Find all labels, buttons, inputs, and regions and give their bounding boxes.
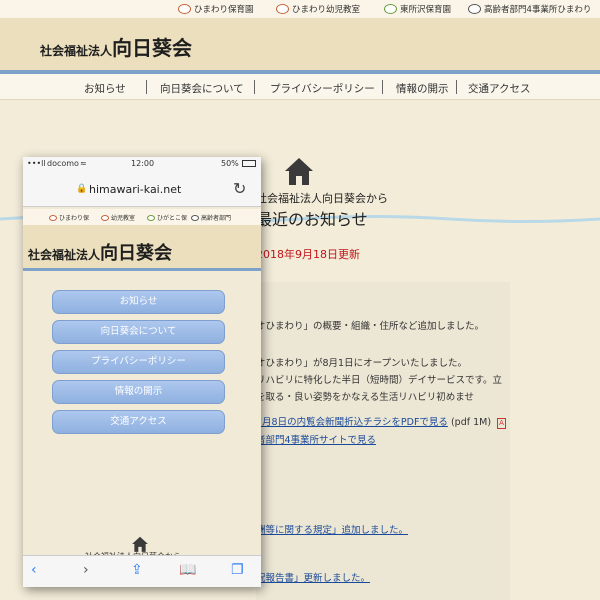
toplink-higashitokorozawa[interactable]: 東所沢保育園 bbox=[384, 3, 451, 15]
news-link[interactable]: 酬等に関する規定」追加しました。 bbox=[256, 522, 408, 536]
nav-separator bbox=[254, 80, 255, 94]
nav-item-access[interactable]: 交通アクセス bbox=[468, 81, 530, 96]
sun-icon bbox=[147, 214, 155, 221]
top-links-bar: ひまわり保育園 ひまわり幼児教室 東所沢保育園 高齢者部門4事業所ひまわり bbox=[0, 0, 600, 18]
nav-separator bbox=[382, 80, 383, 94]
url-text: himawari-kai.net bbox=[89, 183, 182, 196]
sun-icon bbox=[178, 4, 191, 14]
sun-icon bbox=[384, 4, 397, 14]
phone-menu-news[interactable]: お知らせ bbox=[52, 290, 225, 314]
nav-item-about[interactable]: 向日葵会について bbox=[160, 81, 244, 96]
phone-url-bar[interactable]: 🔒 himawari-kai.net ↻ bbox=[23, 171, 261, 207]
carrier-label: docomo bbox=[47, 159, 79, 168]
battery-label: 50% bbox=[221, 159, 239, 168]
home-icon bbox=[285, 158, 313, 185]
phone-top-links: ひまわり保 幼児教室 ひがとこ保 高齢者部門 bbox=[23, 209, 261, 225]
pdf-link[interactable]: 7月8日の内覧会新聞折込チラシをPDFで見る bbox=[256, 417, 448, 428]
phone-status-bar: •••ll docomo ≈ 12:00 50% bbox=[23, 157, 261, 171]
site-header: 社会福祉法人向日葵会 bbox=[0, 18, 600, 70]
site-logo[interactable]: 社会福祉法人向日葵会 bbox=[40, 32, 192, 61]
phone-mockup: •••ll docomo ≈ 12:00 50% 🔒 himawari-kai.… bbox=[23, 157, 261, 587]
toplink-elderly-section[interactable]: 高齢者部門4事業所ひまわり bbox=[468, 3, 591, 15]
news-pdf-row: 7月8日の内覧会新聞折込チラシをPDFで見る (pdf 1M) A bbox=[256, 414, 507, 429]
news-item: リハビリに特化した半日（短時間）デイサービスです。立 bbox=[256, 375, 503, 386]
share-icon[interactable]: ⇪ bbox=[131, 562, 143, 578]
phone-logo[interactable]: 社会福祉法人向日葵会 bbox=[28, 239, 172, 265]
phone-toolbar: ‹ › ⇪ 📖 ❐ bbox=[23, 555, 261, 587]
phone-toplink[interactable]: 幼児教室 bbox=[101, 213, 135, 222]
nav-separator bbox=[146, 80, 147, 94]
sun-icon bbox=[468, 4, 481, 14]
pdf-size: (pdf 1M) bbox=[450, 417, 492, 428]
tabs-icon[interactable]: ❐ bbox=[231, 562, 244, 578]
nav-item-privacy[interactable]: プライバシーポリシー bbox=[270, 81, 375, 96]
sun-icon bbox=[101, 214, 109, 221]
phone-menu-about[interactable]: 向日葵会について bbox=[52, 320, 225, 344]
news-link[interactable]: 者部門4事業所サイトで見る bbox=[256, 432, 376, 446]
news-title: 最近のお知らせ bbox=[256, 210, 368, 229]
back-icon[interactable]: ‹ bbox=[31, 562, 37, 578]
forward-icon[interactable]: › bbox=[83, 562, 89, 578]
news-item: を取る・良い姿勢をかなえる生活リハビリ初めませ bbox=[256, 392, 474, 403]
phone-toplink[interactable]: 高齢者部門 bbox=[191, 213, 231, 222]
phone-menu-access[interactable]: 交通アクセス bbox=[52, 410, 225, 434]
bookmarks-icon[interactable]: 📖 bbox=[179, 562, 196, 578]
sun-icon bbox=[276, 4, 289, 14]
toplink-himawari-hoikuen[interactable]: ひまわり保育園 bbox=[178, 3, 254, 15]
clock: 12:00 bbox=[131, 159, 155, 168]
phone-header: 社会福祉法人向日葵会 bbox=[23, 225, 261, 271]
nav-item-disclosure[interactable]: 情報の開示 bbox=[396, 81, 449, 96]
phone-menu-disclosure[interactable]: 情報の開示 bbox=[52, 380, 225, 404]
sun-icon bbox=[49, 214, 57, 221]
updated-date: 2018年9月18日更新 bbox=[256, 248, 360, 261]
news-item: オひまわり」の概要・組織・住所など追加しました。 bbox=[256, 321, 485, 332]
phone-toplink[interactable]: ひまわり保 bbox=[49, 213, 89, 222]
toplink-himawari-youji[interactable]: ひまわり幼児教室 bbox=[276, 3, 360, 15]
sun-icon bbox=[191, 214, 199, 221]
phone-menu-privacy[interactable]: プライバシーポリシー bbox=[52, 350, 225, 374]
news-item: オひまわり」が8月1日にオープンいたしました。 bbox=[256, 358, 468, 369]
nav-separator bbox=[456, 80, 457, 94]
wifi-icon: ≈ bbox=[80, 159, 87, 168]
lock-icon: 🔒 bbox=[76, 184, 88, 194]
signal-icon: •••ll bbox=[27, 159, 46, 168]
news-link[interactable]: 況報告書」更新しました。 bbox=[256, 570, 370, 584]
main-nav: お知らせ 向日葵会について プライバシーポリシー 情報の開示 交通アクセス bbox=[0, 74, 600, 100]
phone-toplink[interactable]: ひがとこ保 bbox=[147, 213, 187, 222]
news-lead: 社会福祉法人向日葵会から bbox=[256, 192, 388, 205]
reload-icon[interactable]: ↻ bbox=[233, 179, 246, 198]
pdf-icon: A bbox=[497, 418, 507, 429]
nav-item-news[interactable]: お知らせ bbox=[84, 81, 126, 96]
battery-icon bbox=[242, 160, 256, 167]
